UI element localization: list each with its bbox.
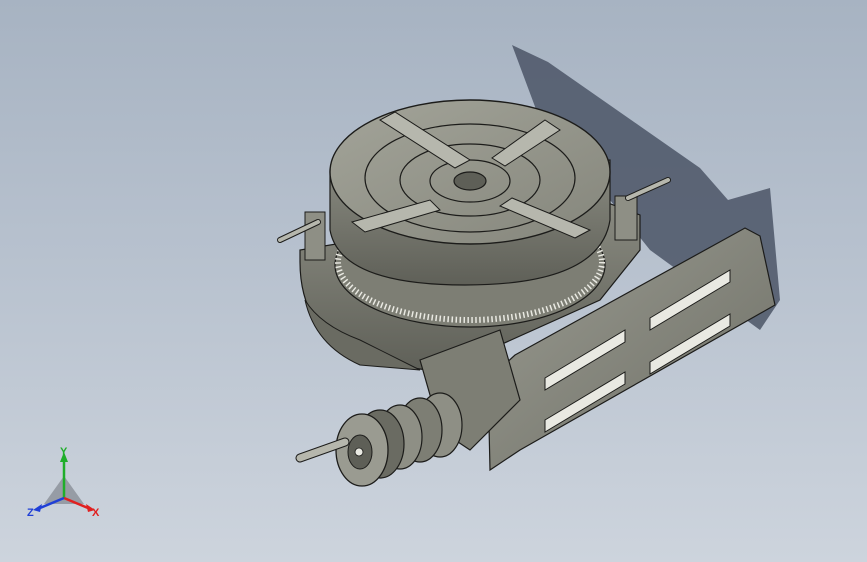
z-axis-arrow (33, 504, 42, 512)
y-axis-label: Y (60, 446, 68, 458)
handwheel-assembly (335, 392, 463, 487)
graphics-viewport[interactable]: Y X Z (0, 0, 867, 562)
rotary-table-model[interactable] (0, 0, 867, 562)
center-bore (453, 171, 487, 191)
view-orientation-triad[interactable]: Y X Z (26, 446, 106, 526)
x-axis-label: X (92, 507, 100, 519)
z-axis-label: Z (27, 507, 34, 519)
